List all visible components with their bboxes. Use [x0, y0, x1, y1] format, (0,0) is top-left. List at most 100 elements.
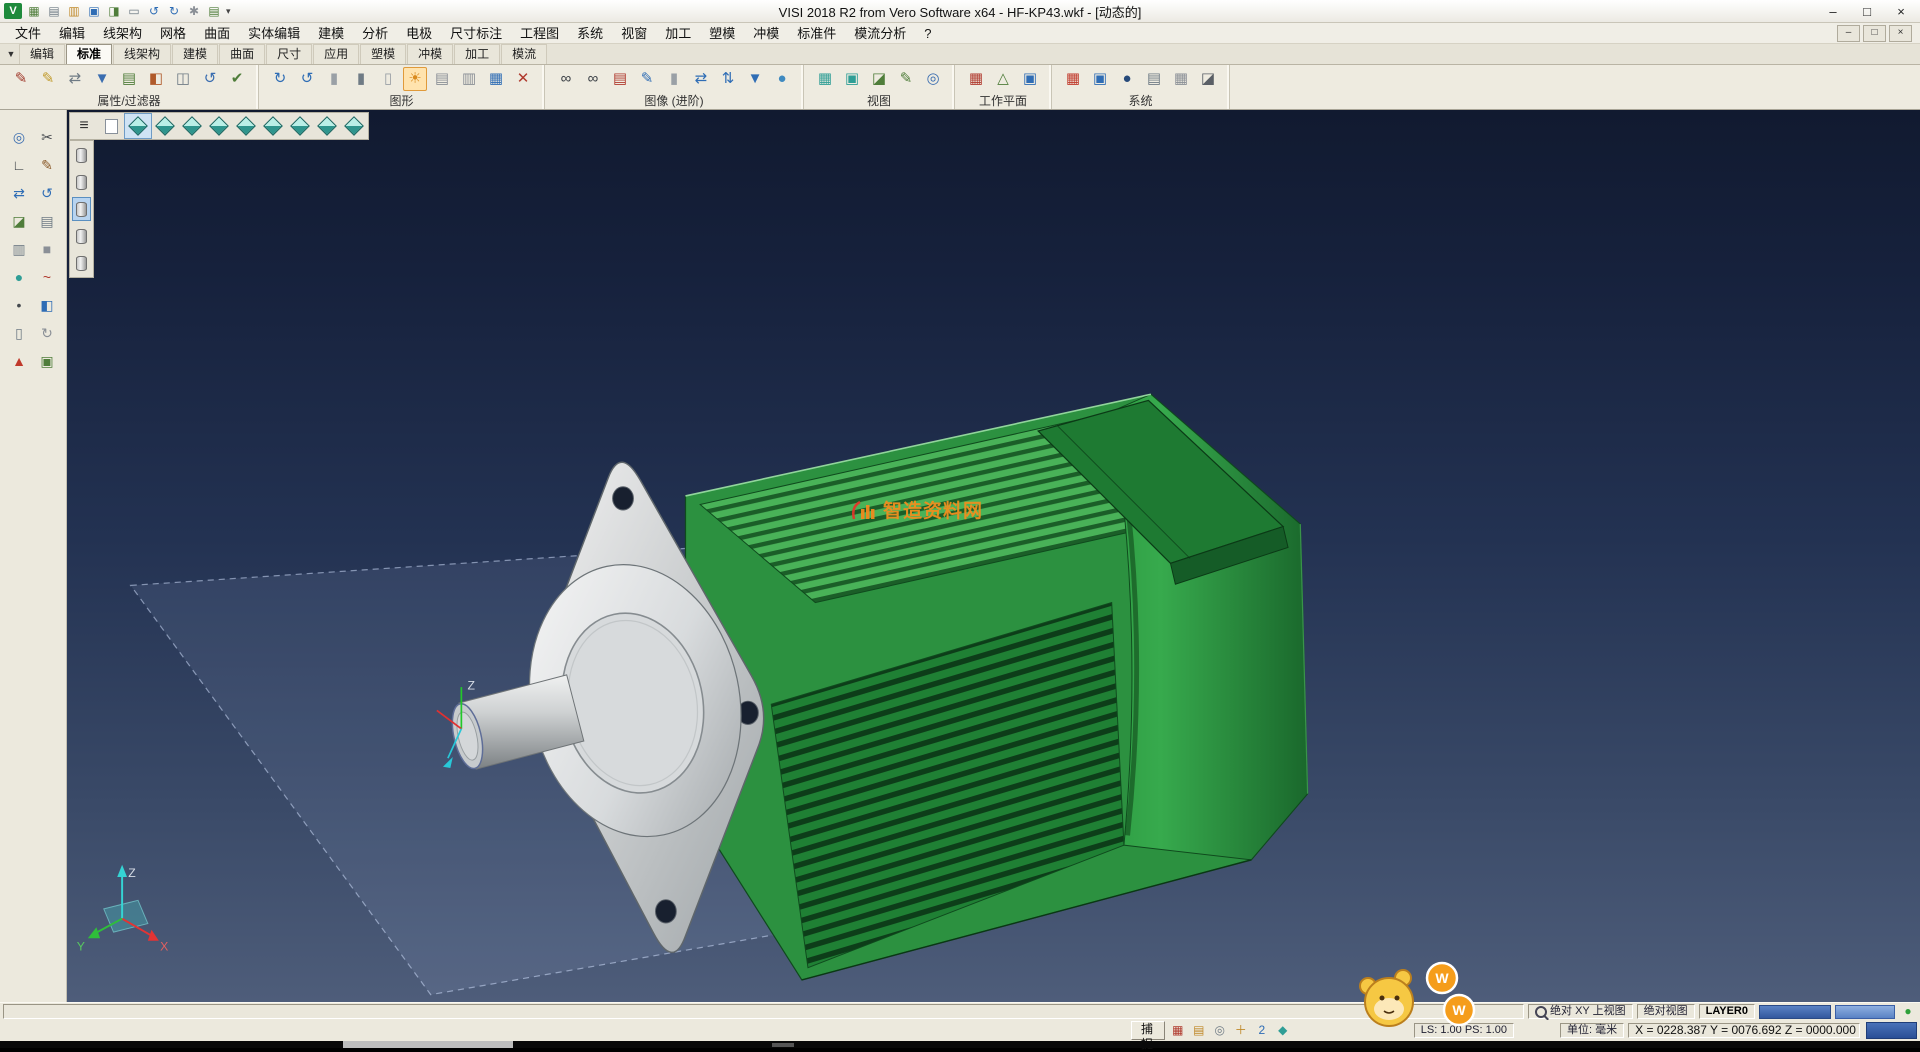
flag-tool-icon[interactable]: ▲	[6, 348, 32, 374]
mdi-minimize-button[interactable]: –	[1837, 25, 1860, 42]
view-orientation-field[interactable]: 绝对 XY 上视图	[1528, 1004, 1633, 1019]
taskbar-window-segment[interactable]	[343, 1041, 513, 1048]
help-2-icon[interactable]: 2	[1253, 1022, 1271, 1039]
qat-open-icon[interactable]: ▥	[65, 3, 83, 20]
view-snap-icon[interactable]: ▣	[840, 67, 864, 91]
grid-toggle-icon[interactable]: ▦	[1169, 1022, 1187, 1039]
select-filter-icon[interactable]: ◎	[6, 124, 32, 150]
tabbar-dropdown-caret[interactable]: ▼	[3, 45, 19, 64]
qat-dropdown-caret[interactable]: ▾	[226, 6, 231, 17]
menu-surface[interactable]: 曲面	[195, 23, 239, 44]
mirror-tool-icon[interactable]: ◧	[34, 292, 60, 318]
rotate-icon[interactable]: ↺	[34, 180, 60, 206]
taskbar-strip[interactable]	[0, 1041, 1920, 1048]
viewport-3d[interactable]: Z Z X Y ≡	[67, 110, 1920, 1002]
glasses-icon[interactable]: ∞	[554, 67, 578, 91]
refresh-icon[interactable]: ↻	[268, 67, 292, 91]
move-icon[interactable]: ⇄	[6, 180, 32, 206]
ortho-icon[interactable]: ▤	[1190, 1022, 1208, 1039]
tab-dimension[interactable]: 尺寸	[266, 44, 312, 64]
wcs-indicator-icon[interactable]: ◆	[1274, 1022, 1292, 1039]
axis-origin-icon[interactable]: ∟	[6, 152, 32, 178]
db-layer-3-icon[interactable]	[72, 197, 91, 221]
db-layer-5-icon[interactable]	[72, 251, 91, 275]
view-pencil-icon[interactable]: ✎	[894, 67, 918, 91]
cylinder-shaded-icon[interactable]: ▮	[349, 67, 373, 91]
view-iso-cube-icon[interactable]	[125, 114, 151, 138]
view-blank-page-icon[interactable]	[98, 114, 124, 138]
edit-attributes-icon[interactable]: ✎	[9, 67, 33, 91]
copy-attributes-icon[interactable]: ✎	[36, 67, 60, 91]
menu-window[interactable]: 视窗	[612, 23, 656, 44]
workplane-xy-icon[interactable]: ▦	[964, 67, 988, 91]
close-button[interactable]: ×	[1886, 2, 1916, 21]
menu-dimension[interactable]: 尺寸标注	[441, 23, 511, 44]
qat-print-icon[interactable]: ▭	[125, 3, 143, 20]
globe-icon[interactable]: ●	[1115, 67, 1139, 91]
transform-icon[interactable]: ⇄	[689, 67, 713, 91]
mdi-restore-button[interactable]: □	[1863, 25, 1886, 42]
menu-wireframe[interactable]: 线架构	[94, 23, 151, 44]
workplane-custom-icon[interactable]: ▣	[1018, 67, 1042, 91]
layer-field[interactable]: LAYER0	[1699, 1004, 1755, 1019]
view-front-cube-icon[interactable]	[152, 114, 178, 138]
menu-electrode[interactable]: 电极	[397, 23, 441, 44]
menu-flow-analysis[interactable]: 模流分析	[845, 23, 915, 44]
menu-modeling[interactable]: 建模	[309, 23, 353, 44]
funnel-icon[interactable]: ▼	[743, 67, 767, 91]
view-mode-field[interactable]: 绝对视图	[1637, 1004, 1695, 1019]
glasses-alt-icon[interactable]: ∞	[581, 67, 605, 91]
minimize-button[interactable]: –	[1818, 2, 1848, 21]
circle-tool-icon[interactable]: ●	[6, 264, 32, 290]
qat-undo-icon[interactable]: ↺	[145, 3, 163, 20]
cylinder-view-icon[interactable]: ▮	[322, 67, 346, 91]
raise-icon[interactable]: ⇅	[716, 67, 740, 91]
tab-standard[interactable]: 标准	[66, 44, 112, 64]
model-canvas[interactable]: Z Z X Y	[67, 110, 1920, 1002]
swap-attributes-icon[interactable]: ⇄	[63, 67, 87, 91]
qat-view-icon[interactable]: ▦	[25, 3, 43, 20]
menu-mold[interactable]: 塑模	[700, 23, 744, 44]
layer-filter-icon[interactable]: ▤	[117, 67, 141, 91]
redo-tool-icon[interactable]: ↻	[34, 320, 60, 346]
block-icon[interactable]: ■	[34, 236, 60, 262]
view-back-cube-icon[interactable]	[179, 114, 205, 138]
qat-save-all-icon[interactable]: ▤	[205, 3, 223, 20]
shading-on-icon[interactable]: ☀	[403, 67, 427, 91]
view-top-cube-icon[interactable]	[260, 114, 286, 138]
entity-filter-icon[interactable]: ▼	[90, 67, 114, 91]
render-icon[interactable]: ◪	[1196, 67, 1220, 91]
db-layer-4-icon[interactable]	[72, 224, 91, 248]
tab-die[interactable]: 冲模	[407, 44, 453, 64]
view-iso2-cube-icon[interactable]	[314, 114, 340, 138]
menu-edit[interactable]: 编辑	[50, 23, 94, 44]
menu-analysis[interactable]: 分析	[353, 23, 397, 44]
save-view-icon[interactable]: ▣	[34, 348, 60, 374]
mdi-close-button[interactable]: ×	[1889, 25, 1912, 42]
qat-save-icon[interactable]: ▣	[85, 3, 103, 20]
plane-icon[interactable]: ◪	[6, 208, 32, 234]
snap-toggle-button[interactable]: 捕捉	[1131, 1021, 1165, 1040]
taskbar-tray-segment[interactable]	[772, 1043, 794, 1047]
db-layer-2-icon[interactable]	[72, 170, 91, 194]
status-globe-icon[interactable]: ●	[1899, 1003, 1917, 1020]
maximize-button[interactable]: □	[1852, 2, 1882, 21]
container-icon[interactable]: ▯	[6, 320, 32, 346]
tab-surface[interactable]: 曲面	[219, 44, 265, 64]
blocks-icon[interactable]: ▦	[484, 67, 508, 91]
osnap-icon[interactable]: ◎	[1211, 1022, 1229, 1039]
menu-standard-parts[interactable]: 标准件	[788, 23, 845, 44]
menu-file[interactable]: 文件	[6, 23, 50, 44]
menu-machining[interactable]: 加工	[656, 23, 700, 44]
tab-machining[interactable]: 加工	[454, 44, 500, 64]
track-icon[interactable]: ＋	[1232, 1022, 1250, 1039]
view-iso3-cube-icon[interactable]	[341, 114, 367, 138]
tab-flow[interactable]: 模流	[501, 44, 547, 64]
db-layer-1-icon[interactable]	[72, 143, 91, 167]
qat-workplane-icon[interactable]: ◨	[105, 3, 123, 20]
view-bottom-cube-icon[interactable]	[287, 114, 313, 138]
tab-application[interactable]: 应用	[313, 44, 359, 64]
menu-mesh[interactable]: 网格	[151, 23, 195, 44]
tab-mold[interactable]: 塑模	[360, 44, 406, 64]
edit-image-icon[interactable]: ✎	[635, 67, 659, 91]
